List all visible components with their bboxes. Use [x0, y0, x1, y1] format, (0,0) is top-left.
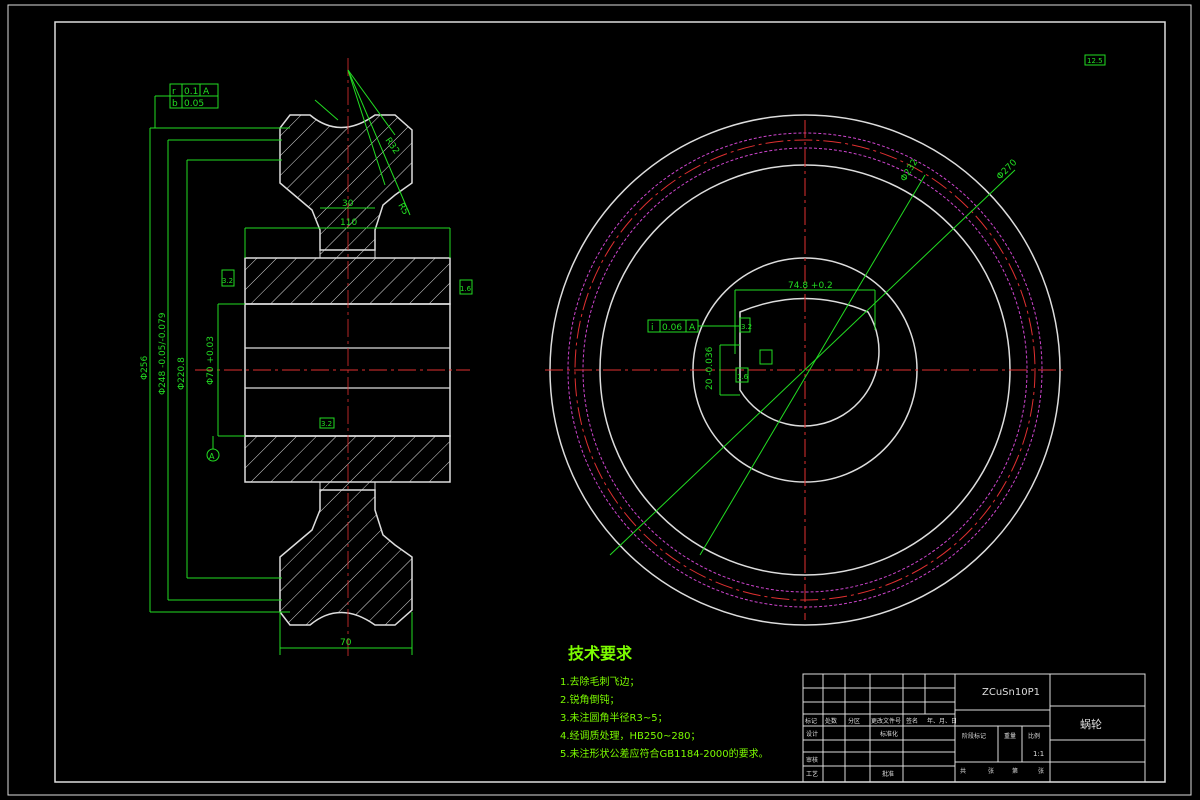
dim-keyway-20: 20 -0.036 — [705, 346, 715, 390]
front-dimensions — [609, 54, 1106, 556]
dim-r5: R5 — [395, 202, 410, 217]
dim-d70: Φ70 +0.03 — [206, 336, 216, 385]
web-bottom — [319, 481, 376, 491]
tb-ratio: 比例 — [1028, 733, 1041, 740]
tb-h-count: 处数 — [825, 718, 838, 725]
tb-process: 工艺 — [806, 771, 819, 778]
dim-len110: 110 — [340, 218, 357, 228]
dim-d256: Φ256 — [140, 355, 150, 380]
tech-item-3: 3.未注圆角半径R3~5； — [560, 713, 668, 724]
dim-d248: Φ248 -0.05/-0.079 — [158, 312, 168, 395]
tb-standardize: 标准化 — [880, 731, 899, 738]
tech-item-2: 2.锐角倒钝； — [560, 695, 620, 706]
tb-h-zone: 分区 — [848, 718, 861, 725]
tb-stage: 阶段标记 — [962, 733, 987, 740]
rough-16-right: 1.6 — [460, 285, 472, 293]
tech-item-1: 1.去除毛刺飞边； — [560, 677, 640, 688]
tb-h-sign: 签名 — [906, 718, 919, 725]
part-name: 蜗轮 — [1080, 718, 1102, 731]
tb-h-mark: 标记 — [805, 718, 818, 725]
tb-sheet-unit: 张 — [1038, 768, 1045, 775]
rough-32-left: 3.2 — [222, 277, 233, 285]
tol-i-datum: A — [689, 323, 696, 333]
bore-circle — [739, 297, 880, 427]
tol-i-val: 0.06 — [662, 323, 682, 333]
hub-bottom — [244, 435, 451, 483]
section-view — [195, 58, 470, 660]
rough-32-bore: 3.2 — [321, 420, 332, 428]
tol-b-sym: b — [172, 99, 178, 109]
tb-sheet-no: 第 — [1012, 768, 1019, 775]
tech-title: 技术要求 — [568, 644, 633, 663]
tb-sheets-unit: 张 — [988, 768, 995, 775]
rim-bottom — [279, 489, 413, 626]
tol-r-sym: r — [172, 87, 176, 97]
tol-r-val: 0.1 — [184, 87, 198, 97]
tb-h-change: 更改文件号 — [871, 718, 902, 725]
rough-general: 12.5 — [1087, 57, 1103, 65]
datum-a: A — [209, 452, 215, 461]
tech-requirements: 技术要求 1.去除毛刺飞边； 2.锐角倒钝； 3.未注圆角半径R3~5； 4.经… — [560, 640, 769, 764]
hub-top — [244, 257, 451, 305]
tol-b-val: 0.05 — [184, 99, 204, 109]
dim-len30: 30 — [342, 199, 354, 209]
tb-weight: 重量 — [1004, 733, 1017, 740]
web-top — [319, 249, 376, 259]
dim-d220: Φ220.8 — [177, 357, 187, 390]
scale-value: 1:1 — [1033, 750, 1045, 758]
tb-approve: 批准 — [882, 771, 895, 778]
tb-review: 审核 — [806, 757, 819, 764]
rim-top — [279, 114, 413, 251]
rough-32-keyway: 3.2 — [741, 323, 752, 331]
tol-r-datum: A — [203, 87, 210, 97]
tb-h-date: 年、月、日 — [927, 718, 958, 725]
front-dim-text: Φ232 Φ270 74.8 +0.2 20 -0.036 i 0.06 A 1… — [651, 57, 1103, 390]
tb-sheets: 共 — [960, 768, 967, 775]
tech-item-5: 5.未注形状公差应符合GB1184-2000的要求。 — [560, 749, 769, 760]
rough-16-keyway: 1.6 — [737, 373, 749, 381]
drawing-canvas: Φ256 Φ248 -0.05/-0.079 Φ220.8 Φ70 +0.03 … — [0, 0, 1200, 800]
dim-d270: Φ270 — [995, 158, 1019, 182]
dim-keyway-74: 74.8 +0.2 — [788, 281, 833, 291]
tb-design: 设计 — [806, 731, 819, 738]
tech-item-4: 4.经调质处理，HB250~280； — [560, 731, 701, 742]
tol-i-sym: i — [651, 323, 654, 333]
dim-len70: 70 — [340, 638, 352, 648]
material-label: ZCuSn10P1 — [982, 687, 1040, 698]
